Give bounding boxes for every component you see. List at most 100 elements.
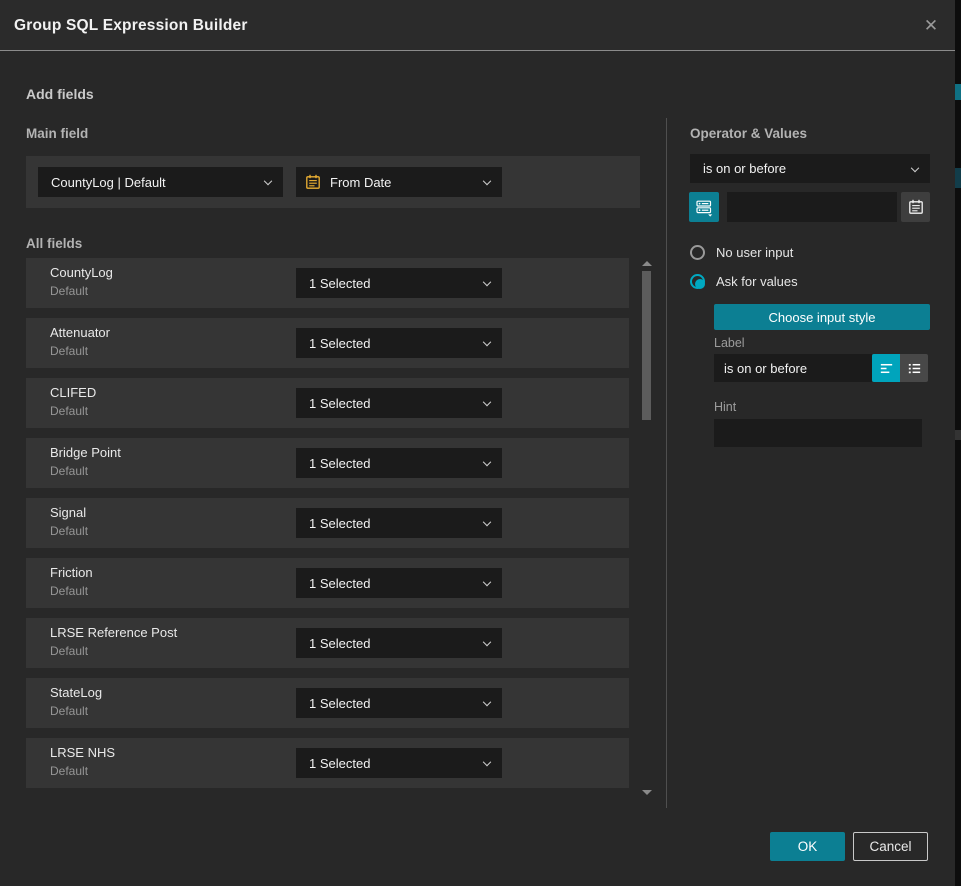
field-name: Signal (50, 505, 86, 520)
field-name: LRSE Reference Post (50, 625, 177, 640)
layer-dropdown[interactable]: CountyLog | Default (38, 167, 283, 197)
panel-divider (666, 118, 667, 808)
scroll-down-icon[interactable] (642, 790, 652, 795)
field-subtitle: Default (50, 284, 88, 298)
field-row: LRSE NHS Default 1 Selected (26, 738, 629, 788)
field-selection-value: 1 Selected (309, 396, 370, 411)
dialog-title: Group SQL Expression Builder (14, 0, 248, 51)
radio-ask-for-values[interactable]: Ask for values (690, 274, 798, 289)
align-left-toggle[interactable] (872, 354, 900, 382)
chevron-down-icon (911, 163, 919, 171)
field-selection-value: 1 Selected (309, 756, 370, 771)
app-edge-strip (955, 0, 961, 886)
field-selection-dropdown[interactable]: 1 Selected (296, 748, 502, 778)
field-selection-value: 1 Selected (309, 456, 370, 471)
field-row: CLIFED Default 1 Selected (26, 378, 629, 428)
dialog-titlebar: Group SQL Expression Builder ✕ (0, 0, 955, 51)
field-selection-dropdown[interactable]: 1 Selected (296, 328, 502, 358)
field-subtitle: Default (50, 464, 88, 478)
field-name: Bridge Point (50, 445, 121, 460)
field-selection-dropdown[interactable]: 1 Selected (296, 268, 502, 298)
unique-values-icon (695, 198, 714, 217)
field-subtitle: Default (50, 704, 88, 718)
chevron-down-icon (483, 758, 491, 766)
layer-dropdown-value: CountyLog | Default (51, 175, 166, 190)
chevron-down-icon (483, 578, 491, 586)
field-subtitle: Default (50, 524, 88, 538)
field-selection-dropdown[interactable]: 1 Selected (296, 688, 502, 718)
value-input[interactable] (727, 192, 897, 222)
ok-button[interactable]: OK (770, 832, 845, 861)
field-selection-value: 1 Selected (309, 336, 370, 351)
chevron-down-icon (483, 638, 491, 646)
field-row: StateLog Default 1 Selected (26, 678, 629, 728)
radio-ask-for-values-label: Ask for values (716, 274, 798, 289)
field-subtitle: Default (50, 404, 88, 418)
choose-input-style-button[interactable]: Choose input style (714, 304, 930, 330)
main-field-heading: Main field (26, 126, 88, 141)
chevron-down-icon (483, 458, 491, 466)
hint-input[interactable] (714, 419, 922, 447)
field-subtitle: Default (50, 344, 88, 358)
cancel-button[interactable]: Cancel (853, 832, 928, 861)
all-fields-heading: All fields (26, 236, 82, 251)
app-edge-accent (955, 84, 961, 100)
field-selection-value: 1 Selected (309, 576, 370, 591)
operator-dropdown[interactable]: is on or before (690, 154, 930, 183)
field-selection-value: 1 Selected (309, 696, 370, 711)
chevron-down-icon (483, 177, 491, 185)
field-selection-dropdown[interactable]: 1 Selected (296, 628, 502, 658)
radio-unchecked-icon[interactable] (690, 245, 705, 260)
label-caption: Label (714, 336, 745, 350)
field-subtitle: Default (50, 644, 88, 658)
field-row: Friction Default 1 Selected (26, 558, 629, 608)
field-selection-value: 1 Selected (309, 276, 370, 291)
group-sql-expression-builder-dialog: Group SQL Expression Builder ✕ Add field… (0, 0, 961, 886)
close-icon[interactable]: ✕ (919, 14, 943, 38)
label-input[interactable] (714, 354, 872, 382)
field-selection-value: 1 Selected (309, 516, 370, 531)
field-selection-value: 1 Selected (309, 636, 370, 651)
radio-no-user-input[interactable]: No user input (690, 245, 793, 260)
calendar-button[interactable] (901, 192, 930, 222)
chevron-down-icon (264, 177, 272, 185)
chevron-down-icon (483, 278, 491, 286)
field-row: CountyLog Default 1 Selected (26, 258, 629, 308)
field-row: Bridge Point Default 1 Selected (26, 438, 629, 488)
main-field-dropdown-value: From Date (330, 175, 391, 190)
field-selection-dropdown[interactable]: 1 Selected (296, 568, 502, 598)
chevron-down-icon (483, 338, 491, 346)
align-left-icon (878, 360, 895, 377)
field-selection-dropdown[interactable]: 1 Selected (296, 508, 502, 538)
field-subtitle: Default (50, 584, 88, 598)
list-toggle[interactable] (900, 354, 928, 382)
chevron-down-icon (483, 518, 491, 526)
field-subtitle: Default (50, 764, 88, 778)
calendar-icon (305, 174, 321, 190)
operator-dropdown-value: is on or before (703, 161, 786, 176)
main-field-dropdown[interactable]: From Date (296, 167, 502, 197)
field-name: LRSE NHS (50, 745, 115, 760)
calendar-icon (908, 199, 924, 215)
app-edge-accent (955, 168, 961, 188)
field-name: CountyLog (50, 265, 113, 280)
field-selection-dropdown[interactable]: 1 Selected (296, 448, 502, 478)
field-row: Signal Default 1 Selected (26, 498, 629, 548)
radio-checked-icon[interactable] (690, 274, 705, 289)
field-name: StateLog (50, 685, 102, 700)
add-fields-heading: Add fields (26, 86, 94, 102)
hint-caption: Hint (714, 400, 736, 414)
scrollbar-thumb[interactable] (642, 271, 651, 420)
field-row: Attenuator Default 1 Selected (26, 318, 629, 368)
field-name: Friction (50, 565, 93, 580)
field-row: LRSE Reference Post Default 1 Selected (26, 618, 629, 668)
chevron-down-icon (483, 698, 491, 706)
field-name: CLIFED (50, 385, 96, 400)
scroll-up-icon[interactable] (642, 261, 652, 266)
app-edge-accent (955, 430, 961, 440)
field-selection-dropdown[interactable]: 1 Selected (296, 388, 502, 418)
list-icon (906, 360, 923, 377)
field-name: Attenuator (50, 325, 110, 340)
operator-values-heading: Operator & Values (690, 126, 807, 141)
value-type-button[interactable] (689, 192, 719, 222)
